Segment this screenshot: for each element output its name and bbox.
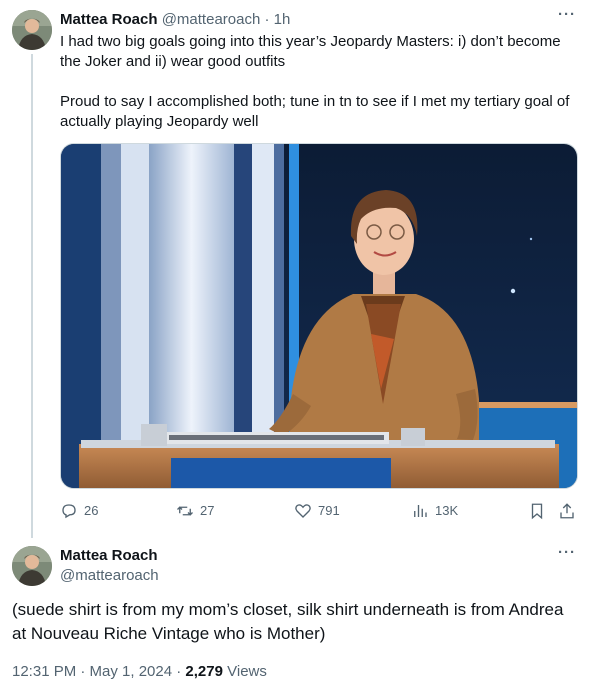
main-tweet: Mattea Roach @mattearoach · 1h ··· I had… — [0, 0, 592, 538]
author-handle[interactable]: @mattearoach — [60, 566, 159, 586]
repost-button[interactable]: 27 — [176, 500, 214, 522]
repost-count: 27 — [200, 503, 215, 518]
tweet-time[interactable]: 1h — [274, 11, 291, 28]
share-button[interactable] — [558, 500, 582, 522]
bookmark-button[interactable] — [528, 500, 552, 522]
reply-count: 26 — [84, 503, 99, 518]
tweet-actions: 26 27 791 13K — [60, 500, 580, 522]
thread-line — [31, 54, 33, 538]
views-count: 13K — [435, 503, 459, 518]
tweet-meta: 12:31 PM · May 1, 2024 · 2,279 Views — [12, 662, 267, 682]
avatar[interactable] — [12, 546, 52, 586]
views-total: 2,279 — [185, 663, 223, 680]
tweet-header: Mattea Roach @mattearoach · 1h — [60, 10, 290, 30]
avatar-image — [12, 546, 52, 586]
author-name[interactable]: Mattea Roach — [60, 546, 158, 566]
more-options-icon[interactable]: ··· — [557, 7, 577, 28]
author-handle[interactable]: @mattearoach — [162, 11, 261, 28]
author-name[interactable]: Mattea Roach — [60, 11, 158, 28]
like-count: 791 — [318, 503, 340, 518]
avatar[interactable] — [12, 10, 52, 50]
tweet-paragraph-2: Proud to say I accomplished both; tune i… — [60, 93, 570, 130]
reply-icon — [62, 504, 76, 519]
views-label: Views — [222, 663, 267, 680]
reply-tweet: Mattea Roach @mattearoach ··· (suede shi… — [0, 538, 592, 691]
views-button[interactable]: 13K — [411, 500, 458, 522]
tweet-timestamp[interactable]: 12:31 PM · May 1, 2024 · — [12, 663, 185, 680]
avatar-image — [12, 10, 52, 50]
reply-text: (suede shirt is from my mom’s closet, si… — [12, 600, 564, 643]
tweet-text: I had two big goals going into this year… — [60, 32, 580, 152]
more-options-icon[interactable]: ··· — [557, 545, 577, 566]
reply-button[interactable]: 26 — [60, 500, 98, 522]
tweet-paragraph-1: I had two big goals going into this year… — [60, 33, 561, 70]
bookmark-icon — [531, 503, 543, 520]
share-icon — [560, 503, 574, 519]
views-icon — [414, 505, 427, 517]
tweet-photo[interactable] — [60, 143, 578, 489]
like-button[interactable]: 791 — [294, 500, 340, 522]
separator-dot: · — [264, 11, 270, 28]
like-icon — [295, 504, 311, 518]
repost-icon — [177, 506, 193, 516]
jeopardy-stage-photo — [61, 144, 577, 488]
